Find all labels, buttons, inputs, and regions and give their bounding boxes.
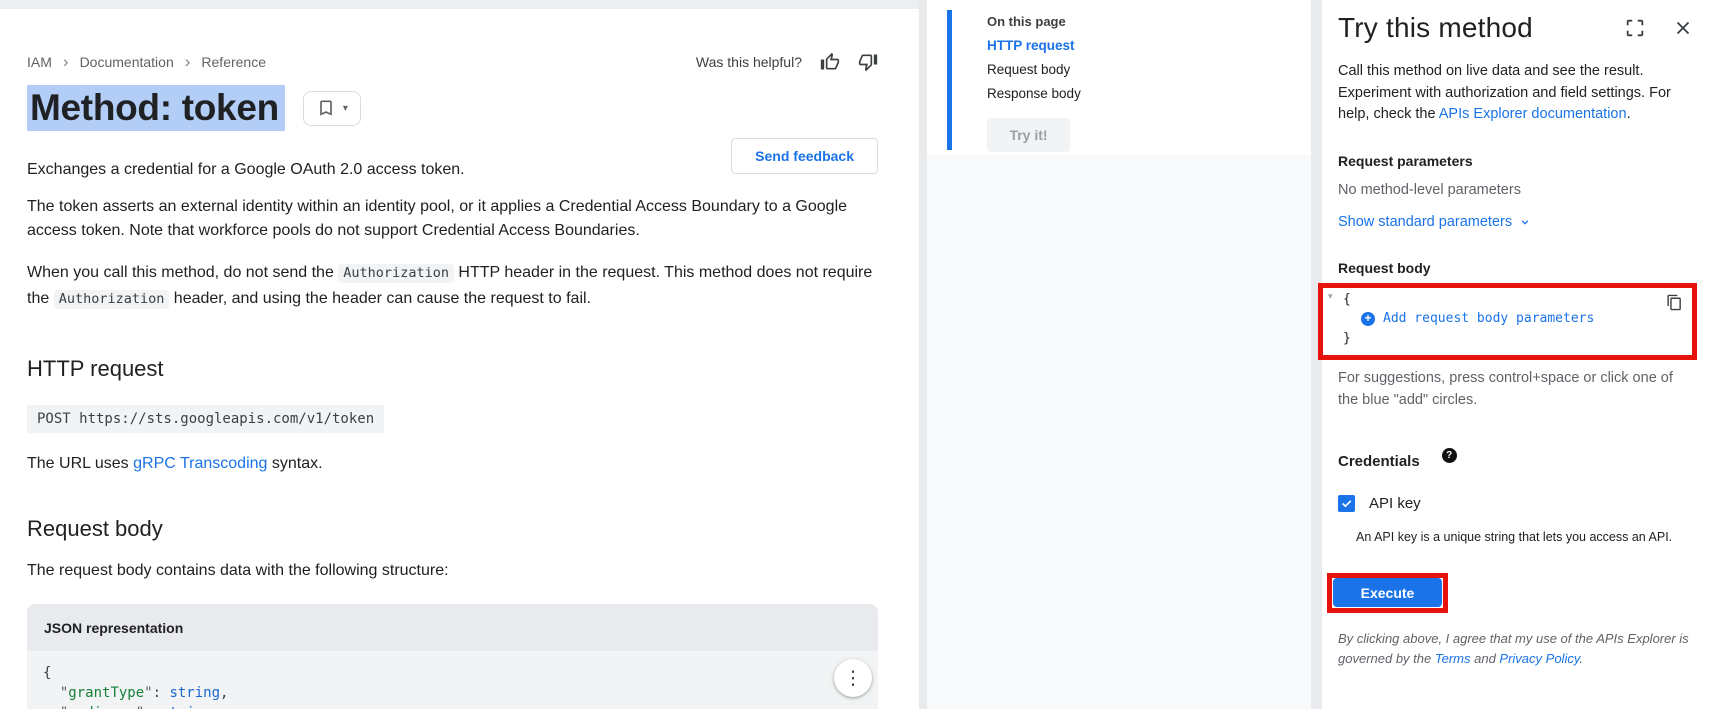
grpc-transcoding-link[interactable]: gRPC Transcoding [133,455,267,472]
json-representation-card: JSON representation { "grantType": strin… [27,604,878,709]
page-title: Method: token [27,87,285,129]
middle-column-background [927,155,1311,709]
chevron-right-icon: › [63,53,69,72]
request-body-intro: The request body contains data with the … [27,559,878,583]
thumb-down-icon[interactable] [858,52,878,72]
request-body-editor[interactable]: ▾ { + Add request body parameters } [1323,288,1692,355]
send-feedback-button[interactable]: Send feedback [731,138,878,174]
expand-panel-button[interactable] [1624,17,1646,39]
toc-link-request-body[interactable]: Request body [987,62,1081,77]
on-this-page-heading: On this page [987,10,1081,29]
json-card-header: JSON representation [27,604,878,651]
execute-button[interactable]: Execute [1333,578,1442,607]
copy-button[interactable] [1666,294,1683,311]
on-this-page-column: On this page HTTP request Request body R… [927,0,1311,709]
no-parameters-text: No method-level parameters [1338,182,1694,198]
toc-accent-bar [947,10,952,150]
toc-link-http-request[interactable]: HTTP request [987,38,1081,53]
collapse-arrow-icon[interactable]: ▾ [1328,291,1333,301]
try-this-method-panel: Try this method Call this method on live… [1322,0,1710,709]
check-icon [1340,497,1353,510]
apis-explorer-page: IAM › Documentation › Reference Was this… [0,0,1710,709]
close-panel-button[interactable] [1672,17,1694,39]
editor-line: } [1343,329,1692,349]
privacy-policy-link[interactable]: Privacy Policy [1499,651,1579,666]
credentials-heading: Credentials [1338,448,1420,470]
authorization-inline-code: Authorization [54,290,170,309]
description-paragraph: The token asserts an external identity w… [27,195,878,243]
doc-main-column: IAM › Documentation › Reference Was this… [0,0,919,709]
fullscreen-icon [1624,17,1646,39]
chevron-down-icon: ▾ [343,103,348,114]
terms-link[interactable]: Terms [1435,651,1471,666]
legal-text: By clicking above, I agree that my use o… [1338,629,1694,669]
execute-annotation-box: Execute [1327,573,1448,613]
helpful-question: Was this helpful? [696,54,802,70]
authorization-inline-code: Authorization [338,264,454,283]
thumb-up-icon[interactable] [820,52,840,72]
suggestions-hint: For suggestions, press control+space or … [1338,367,1694,411]
panel-request-body-heading: Request body [1338,260,1694,276]
request-body-heading: Request body [27,516,878,542]
help-icon[interactable]: ? [1442,448,1457,463]
breadcrumb-iam[interactable]: IAM [27,54,52,70]
authorization-note-paragraph: When you call this method, do not send t… [27,260,878,312]
bookmark-button[interactable]: ▾ [303,91,361,126]
close-icon [1672,17,1694,39]
add-request-body-parameters-link[interactable]: Add request body parameters [1383,309,1594,329]
panel-intro: Call this method on live data and see th… [1338,61,1690,126]
copy-icon [1666,294,1683,311]
json-code-block: { "grantType": string, "audience": strin… [27,651,878,709]
breadcrumb-reference[interactable]: Reference [201,54,266,70]
chevron-right-icon: › [185,53,191,72]
http-request-code: POST https://sts.googleapis.com/v1/token [27,405,384,433]
code-actions-kebab-button[interactable]: ⋮ [834,659,872,697]
code-line: { [43,663,862,683]
code-line: "grantType": string, [43,683,862,703]
toc-link-response-body[interactable]: Response body [987,86,1081,101]
panel-title: Try this method [1338,12,1624,44]
chevron-down-icon [1518,215,1532,229]
api-key-label: API key [1369,495,1421,512]
request-parameters-heading: Request parameters [1338,153,1694,169]
main-scrollbar[interactable] [919,0,927,709]
bookmark-icon [316,98,336,118]
editor-line: + Add request body parameters [1343,309,1692,329]
request-body-annotation-box: ▾ { + Add request body parameters } [1318,283,1697,360]
api-key-checkbox[interactable] [1338,495,1355,512]
api-key-note: An API key is a unique string that lets … [1356,530,1694,544]
add-circle-icon[interactable]: + [1361,312,1375,326]
top-strip [0,0,919,9]
http-request-heading: HTTP request [27,356,878,382]
apis-explorer-doc-link[interactable]: APIs Explorer documentation [1439,106,1627,122]
more-vert-icon: ⋮ [844,668,863,688]
breadcrumb: IAM › Documentation › Reference [27,53,266,72]
editor-line: { [1343,290,1692,310]
api-key-option[interactable]: API key [1338,495,1694,512]
try-it-button[interactable]: Try it! [987,118,1070,152]
grpc-note: The URL uses gRPC Transcoding syntax. [27,452,878,476]
code-line: "audience": string, [43,703,862,709]
show-standard-parameters-toggle[interactable]: Show standard parameters [1338,214,1694,230]
breadcrumb-documentation[interactable]: Documentation [80,54,174,70]
editor-gutter: ▾ [1323,288,1343,355]
page-title-selection: Method: token [27,85,285,131]
